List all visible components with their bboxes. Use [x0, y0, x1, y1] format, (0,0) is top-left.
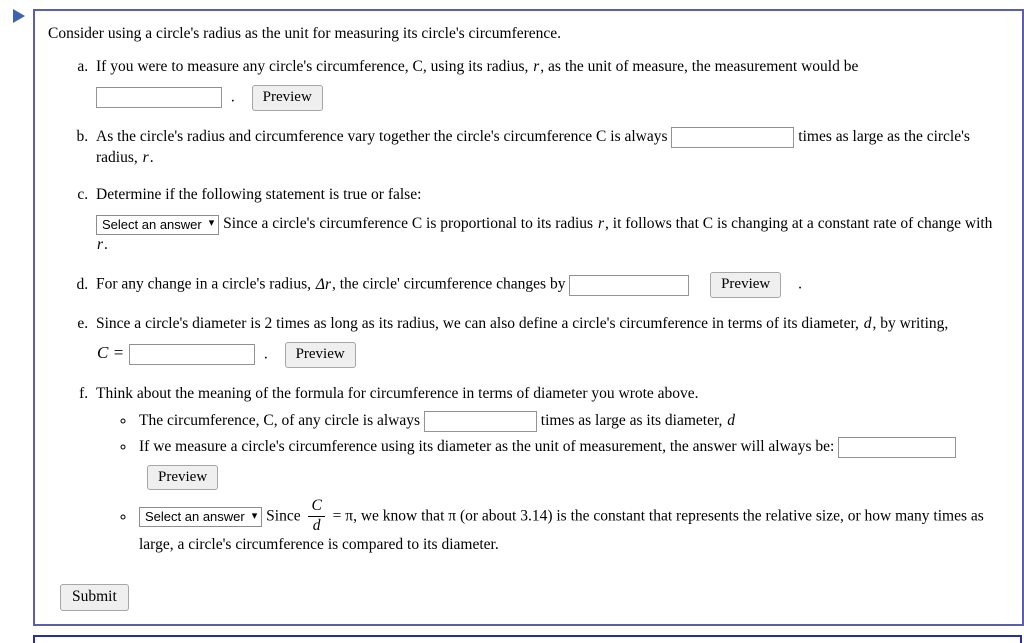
part-f: Think about the meaning of the formula f… [92, 384, 1008, 556]
part-f-b1-text-before: The circumference, [139, 411, 260, 429]
part-b-answer-input[interactable] [671, 126, 795, 148]
part-f-bullet-2: If we measure a circle's circumference u… [136, 436, 1008, 491]
part-c-period: . [104, 236, 108, 254]
fraction-numerator: C [311, 497, 322, 515]
part-c-answer-select[interactable]: Select an answer ▾ [96, 214, 220, 235]
part-e-formula-lhs: C = [97, 343, 125, 363]
part-c-text-3: , it follows that [605, 215, 699, 233]
part-d-text-before: For any change in a circle's radius, [96, 275, 311, 293]
part-b-text-mid: is always [610, 127, 668, 145]
play-triangle-icon [13, 9, 25, 23]
part-a-answer-input[interactable] [96, 87, 222, 109]
submit-row: Submit [60, 583, 1008, 611]
part-e-answer-input[interactable] [128, 344, 255, 366]
part-c-text-2: is proportional to its radius [426, 215, 594, 233]
part-c-select-label: Select an answer [102, 217, 202, 233]
part-a-text-mid: , using its radius, [422, 57, 529, 75]
part-e-preview-button[interactable]: Preview [284, 341, 356, 368]
fraction-denominator: d [308, 515, 325, 534]
part-f-b1-answer-input[interactable] [423, 410, 537, 432]
part-b-var-r: r [142, 148, 149, 166]
part-f-b2-text: If we measure a circle's circumference u… [139, 437, 835, 455]
part-a-var-c: C [412, 57, 423, 75]
part-f-b1-text-mid: , of any circle is always [273, 411, 421, 429]
part-f-b2-preview-button[interactable]: Preview [147, 464, 219, 491]
part-d-preview-button[interactable]: Preview [710, 272, 782, 299]
part-b: As the circle's radius and circumference… [92, 126, 1008, 169]
part-a: If you were to measure any circle's circ… [92, 57, 1008, 111]
part-f-b3-fraction-c-over-d: C d [308, 497, 325, 534]
part-a-text-after: , as the unit of measure, the measuremen… [540, 57, 859, 75]
part-f-b3-text-1: Since [266, 507, 301, 525]
part-e-text-after: , by writing, [872, 315, 949, 333]
question-parts-list: If you were to measure any circle's circ… [48, 57, 1008, 556]
part-c-text-4: is changing at a constant rate of change… [716, 215, 993, 233]
chevron-down-icon: ▾ [208, 217, 215, 230]
submit-button[interactable]: Submit [60, 583, 129, 611]
part-f-bullet-3: Select an answer ▾ Since C d = π, we kno… [136, 497, 1008, 555]
part-d-var-delta-r: Δr [315, 275, 331, 293]
part-f-b2-answer-input[interactable] [838, 436, 957, 458]
intro-text: Consider using a circle's radius as the … [48, 25, 562, 42]
part-b-period: . [149, 148, 154, 166]
part-d: For any change in a circle's radius, Δr,… [92, 272, 1008, 299]
part-f-bullet-1: The circumference, C, of any circle is a… [136, 410, 1008, 432]
part-e-text: Since a circle's diameter is 2 times as … [96, 315, 859, 333]
next-question-panel [33, 635, 1022, 643]
part-c-prompt: Determine if the following statement is … [96, 185, 422, 203]
screenshot-root: Consider using a circle's radius as the … [0, 0, 1024, 643]
part-f-b1-var-c: C [263, 411, 274, 429]
part-f-b1-text-after: times as large as its diameter, [540, 411, 723, 429]
part-d-period: . [798, 275, 802, 293]
part-c-var-c: C [411, 215, 423, 233]
part-f-b1-var-d: d [727, 411, 736, 429]
part-f-bullets: The circumference, C, of any circle is a… [96, 410, 1008, 556]
part-c-text-1: Since a circle's circumference [223, 215, 408, 233]
part-b-var-c: C [596, 127, 607, 145]
part-e-var-d: d [863, 315, 872, 333]
part-a-text-before: If you were to measure any circle's circ… [96, 57, 409, 75]
part-a-period: . [230, 88, 235, 106]
part-c: Determine if the following statement is … [92, 185, 1008, 257]
part-c-var-r2: r [97, 236, 104, 254]
part-d-text-mid: , the circle' circumference changes by [332, 275, 566, 293]
part-c-var-c2: C [702, 215, 714, 233]
part-f-b3-select-label: Select an answer [145, 509, 245, 525]
part-a-preview-button[interactable]: Preview [251, 84, 323, 111]
part-e: Since a circle's diameter is 2 times as … [92, 314, 1008, 368]
question-content: Consider using a circle's radius as the … [48, 24, 1008, 611]
part-d-answer-input[interactable] [569, 274, 690, 296]
part-e-period: . [263, 345, 268, 363]
part-c-var-r: r [597, 215, 605, 233]
part-f-b3-answer-select[interactable]: Select an answer ▾ [139, 507, 263, 528]
chevron-down-icon: ▾ [251, 509, 258, 522]
part-b-text-before: As the circle's radius and circumference… [96, 127, 593, 145]
part-f-prompt: Think about the meaning of the formula f… [96, 384, 699, 402]
